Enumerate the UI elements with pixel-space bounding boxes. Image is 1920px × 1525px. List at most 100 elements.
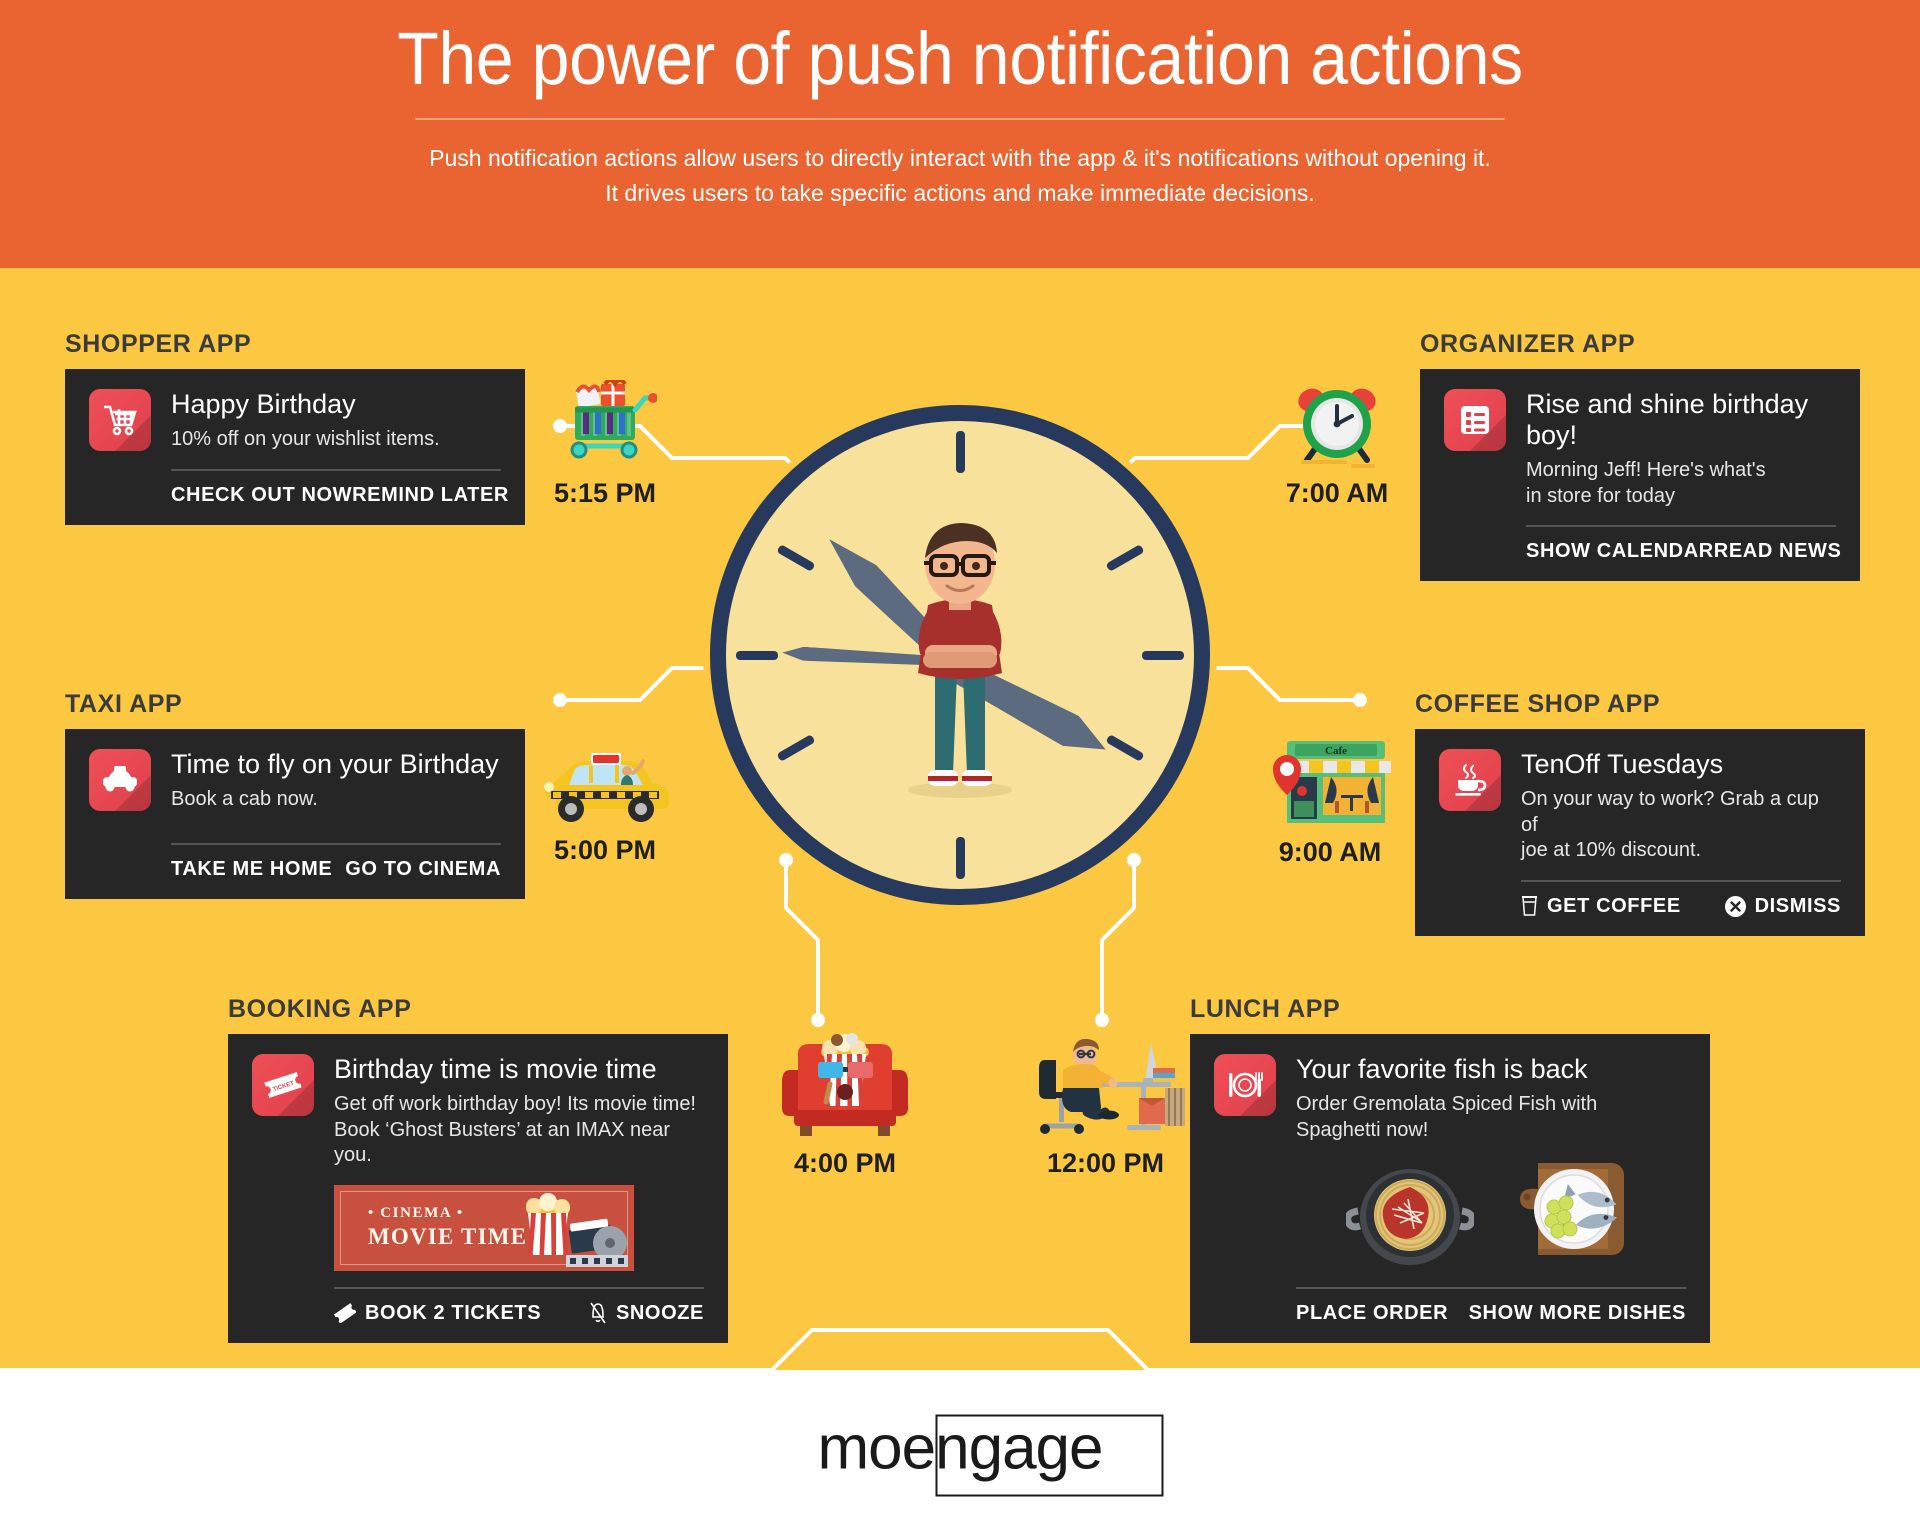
cinema-seat-popcorn-icon xyxy=(770,1030,920,1140)
clock-tick-3 xyxy=(1142,651,1184,660)
time-label-lunch: 12:00 PM xyxy=(1046,1148,1165,1178)
cafe-storefront-icon: Cafe xyxy=(1240,725,1420,829)
spaghetti-pan-image xyxy=(1346,1169,1474,1266)
ticket-icon: TICKET xyxy=(252,1054,314,1116)
notification-card-booking[interactable]: TICKET Birthday time is movie time Get o… xyxy=(228,1034,728,1343)
time-label-booking: 4:00 PM xyxy=(793,1148,897,1178)
clock-tick-6 xyxy=(956,837,965,879)
card-actions-booking: BOOK 2 TICKETS SNOOZE xyxy=(334,1289,704,1327)
card-actions-taxi: TAKE ME HOME GO TO CINEMA xyxy=(171,845,501,883)
app-label-taxi: TAXI APP xyxy=(65,690,183,718)
lunch-media-row xyxy=(1296,1149,1686,1271)
card-body-booking: Birthday time is movie time Get off work… xyxy=(334,1054,704,1327)
card-actions-organizer: SHOW CALENDAR READ NEWS xyxy=(1526,527,1841,565)
card-title-organizer: Rise and shine birthday boy! xyxy=(1526,389,1809,451)
action-dismiss-label: DISMISS xyxy=(1754,894,1841,917)
infographic-page: The power of push notification actions P… xyxy=(0,0,1920,1525)
header-subtitle-line1: Push notification actions allow users to… xyxy=(429,145,1491,171)
office-desk-icon xyxy=(1018,1030,1193,1140)
clock-tick-9 xyxy=(736,651,778,660)
card-text-lunch: Order Gremolata Spiced Fish with Spaghet… xyxy=(1296,1093,1598,1141)
action-go-to-cinema[interactable]: GO TO CINEMA xyxy=(345,858,501,881)
header-subtitle-line2: It drives users to take specific actions… xyxy=(605,180,1315,207)
app-block-booking: BOOKING APP TICKET Birthday time is movi… xyxy=(228,995,728,1343)
card-text-booking: Get off work birthday boy! Its movie tim… xyxy=(334,1093,696,1167)
header-subtitle: Push notification actions allow users to… xyxy=(0,142,1920,211)
clock-tick-10 xyxy=(776,544,816,572)
clock-tick-8 xyxy=(776,734,816,762)
time-chip-organizer: 7:00 AM xyxy=(1272,378,1402,509)
card-text-taxi: Book a cab now. xyxy=(171,788,318,811)
app-label-lunch: LUNCH APP xyxy=(1190,995,1341,1023)
time-chip-taxi: 5:00 PM xyxy=(530,735,680,866)
app-block-lunch: LUNCH APP Your favorite fish is back Ord… xyxy=(1190,995,1710,1344)
logo-outline-box xyxy=(935,1414,1164,1496)
footer-notch-shape xyxy=(0,1328,1920,1370)
app-block-shopper: SHOPPER APP Happy Birthday 10% off on yo… xyxy=(65,330,525,525)
action-dismiss[interactable]: DISMISS xyxy=(1724,894,1841,918)
app-label-booking: BOOKING APP xyxy=(228,995,412,1023)
fish-board-image xyxy=(1520,1163,1624,1256)
bell-off-icon xyxy=(590,1302,606,1324)
logo-part-mo: mo xyxy=(817,1413,902,1482)
action-show-more-dishes[interactable]: SHOW MORE DISHES xyxy=(1469,1302,1686,1325)
clock-tick-2 xyxy=(1105,544,1145,572)
header-banner: The power of push notification actions P… xyxy=(0,0,1920,268)
card-text-organizer: Morning Jeff! Here's what's in store for… xyxy=(1526,459,1766,507)
action-book-2-tickets[interactable]: BOOK 2 TICKETS xyxy=(334,1302,541,1325)
gift-cart-icon xyxy=(540,378,670,470)
header-divider xyxy=(415,118,1505,120)
action-place-order[interactable]: PLACE ORDER xyxy=(1296,1302,1448,1325)
action-check-out-now[interactable]: CHECK OUT NOW xyxy=(171,484,352,507)
card-actions-coffee: GET COFFEE DISMISS xyxy=(1521,882,1841,920)
character-illustration xyxy=(908,523,1012,798)
card-body-coffee: TenOff Tuesdays On your way to work? Gra… xyxy=(1521,749,1841,920)
action-get-coffee-label: GET COFFEE xyxy=(1547,894,1681,917)
clock-tick-4 xyxy=(1105,734,1145,762)
cinema-banner-image: • CINEMA • MOVIE TIME xyxy=(334,1184,634,1271)
footer-bar: moengage xyxy=(0,1370,1920,1525)
card-body-lunch: Your favorite fish is back Order Gremola… xyxy=(1296,1054,1686,1327)
card-text-coffee: On your way to work? Grab a cup of joe a… xyxy=(1521,788,1819,862)
ticket-stub-icon xyxy=(334,1303,356,1324)
cinema-banner-big: MOVIE TIME xyxy=(368,1224,528,1250)
time-label-coffee: 9:00 AM xyxy=(1278,837,1382,867)
app-label-organizer: ORGANIZER APP xyxy=(1420,330,1636,358)
notification-card-organizer[interactable]: Rise and shine birthday boy! Morning Jef… xyxy=(1420,369,1860,582)
card-title-booking: Birthday time is movie time xyxy=(334,1054,657,1084)
card-actions-lunch: PLACE ORDER SHOW MORE DISHES xyxy=(1296,1289,1686,1327)
coffee-cup-icon xyxy=(1439,749,1501,811)
time-label-shopper: 5:15 PM xyxy=(553,478,657,508)
clock-tick-12 xyxy=(956,431,965,473)
clock-face xyxy=(710,405,1210,905)
coffee-togo-icon xyxy=(1522,896,1537,917)
card-body-organizer: Rise and shine birthday boy! Morning Jef… xyxy=(1526,389,1841,565)
action-snooze-label: SNOOZE xyxy=(615,1301,704,1324)
action-snooze[interactable]: SNOOZE xyxy=(589,1302,704,1325)
notification-card-coffee[interactable]: TenOff Tuesdays On your way to work? Gra… xyxy=(1415,729,1865,936)
cinema-banner-small: • CINEMA • xyxy=(368,1205,464,1222)
notification-card-taxi[interactable]: Time to fly on your Birthday Book a cab … xyxy=(65,729,525,899)
time-chip-coffee: Cafe 9:00 AM xyxy=(1240,725,1420,868)
time-label-taxi: 5:00 PM xyxy=(553,835,657,865)
app-block-coffee: COFFEE SHOP APP TenOff Tuesdays On your … xyxy=(1415,690,1865,936)
taxi-icon xyxy=(89,749,151,811)
action-take-me-home[interactable]: TAKE ME HOME xyxy=(171,858,332,881)
card-body-taxi: Time to fly on your Birthday Book a cab … xyxy=(171,749,501,883)
booking-media-row: • CINEMA • MOVIE TIME xyxy=(334,1184,704,1271)
central-clock xyxy=(710,405,1845,905)
notification-card-lunch[interactable]: Your favorite fish is back Order Gremola… xyxy=(1190,1034,1710,1344)
time-chip-booking: 4:00 PM xyxy=(770,1030,920,1179)
action-remind-later[interactable]: REMIND LATER xyxy=(352,484,509,507)
app-label-shopper: SHOPPER APP xyxy=(65,330,252,358)
notification-card-shopper[interactable]: Happy Birthday 10% off on your wishlist … xyxy=(65,369,525,525)
card-body-shopper: Happy Birthday 10% off on your wishlist … xyxy=(171,389,508,509)
card-title-taxi: Time to fly on your Birthday xyxy=(171,749,499,779)
close-circle-icon xyxy=(1724,895,1746,917)
alarm-clock-icon xyxy=(1272,378,1402,470)
action-get-coffee[interactable]: GET COFFEE xyxy=(1521,895,1681,918)
action-read-news[interactable]: READ NEWS xyxy=(1714,540,1842,563)
action-book-2-tickets-label: BOOK 2 TICKETS xyxy=(365,1301,542,1324)
time-chip-lunch: 12:00 PM xyxy=(1018,1030,1193,1179)
action-show-calendar[interactable]: SHOW CALENDAR xyxy=(1526,540,1714,563)
